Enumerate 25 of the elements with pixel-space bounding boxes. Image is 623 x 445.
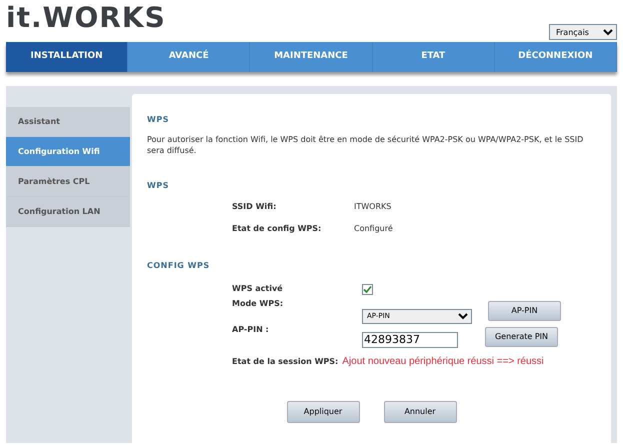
field-value: ITWORKS bbox=[354, 201, 392, 214]
language-select[interactable]: Français bbox=[549, 24, 617, 40]
field-label: Etat de config WPS: bbox=[232, 223, 322, 236]
sidebar-item[interactable]: Configuration LAN bbox=[6, 197, 130, 227]
field-label: Mode WPS: bbox=[232, 298, 284, 310]
field-label: Etat de la session WPS: bbox=[232, 356, 338, 368]
section-heading: WPS bbox=[147, 180, 170, 192]
checkbox[interactable] bbox=[362, 284, 373, 295]
pin-field[interactable]: 42893837 bbox=[362, 332, 458, 348]
sidebar-item[interactable]: Assistant bbox=[6, 107, 130, 137]
status-text: Ajout nouveau périphérique réussi ==> réussi bbox=[342, 355, 544, 370]
action-button[interactable]: Appliquer bbox=[286, 401, 360, 424]
sidebar-item[interactable]: Paramètres CPL bbox=[6, 167, 130, 197]
ap-pin-button[interactable]: AP-PIN bbox=[488, 301, 561, 322]
section-heading: WPS bbox=[147, 114, 170, 126]
generate-pin-button[interactable]: Generate PIN bbox=[485, 327, 558, 348]
section-heading: CONFIG WPS bbox=[147, 260, 211, 272]
field-label: WPS activé bbox=[232, 283, 284, 296]
description-text: Pour autoriser la fonction Wifi, le WPS doit être en mode de sécurité WPA2-PSK ou WPA/WPA2-PSK, et le SSID sera diffusé. bbox=[147, 134, 584, 156]
field-label: AP-PIN : bbox=[232, 324, 270, 336]
action-button[interactable]: Annuler bbox=[384, 401, 456, 424]
field-value: Configuré bbox=[354, 223, 393, 236]
nav-tab[interactable]: INSTALLATION bbox=[6, 42, 128, 72]
field-label: SSID Wifi: bbox=[232, 201, 278, 214]
logo: it.WORKS bbox=[6, 4, 166, 32]
